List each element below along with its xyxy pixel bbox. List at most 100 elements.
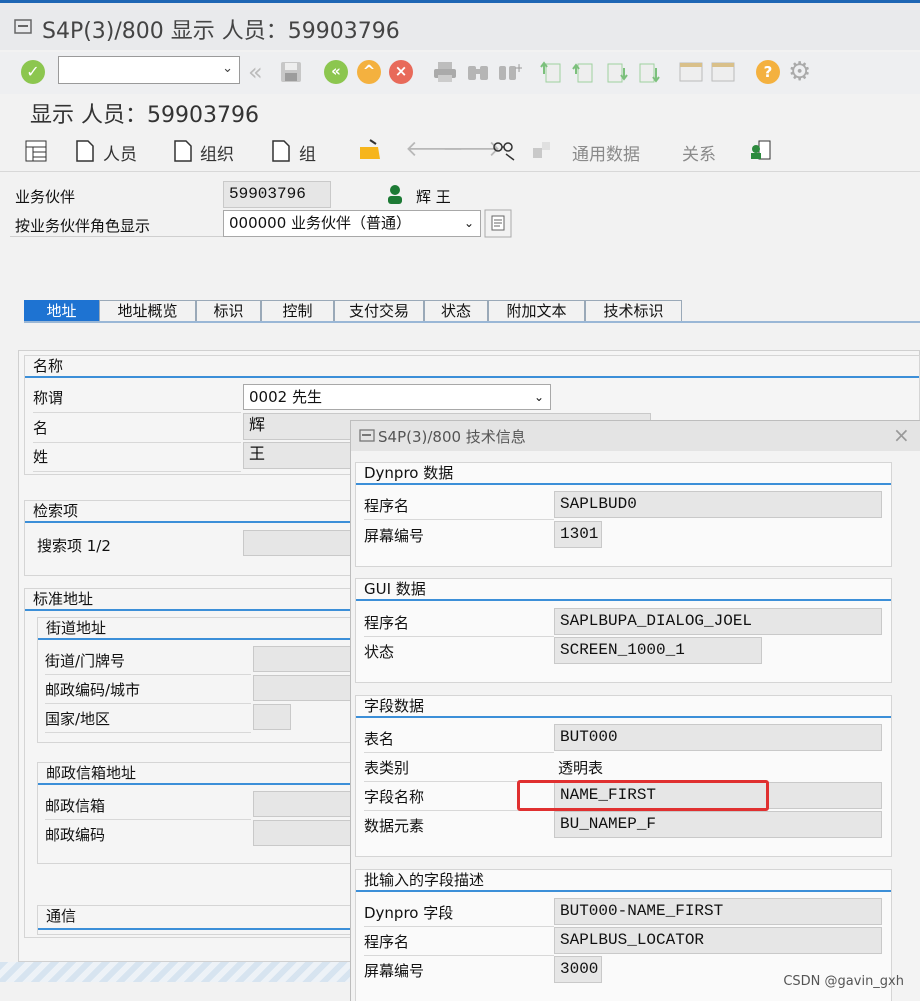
tab-address-overview[interactable]: 地址概览 <box>99 300 196 322</box>
pobox-label: 邮政信箱 <box>45 795 251 820</box>
gui-status-field[interactable]: SCREEN_1000_1 <box>554 637 762 664</box>
dynpro-field-field[interactable]: BUT000-NAME_FIRST <box>554 898 882 925</box>
help-icon[interactable]: ? <box>756 60 780 84</box>
search-term-label: 搜索项 1/2 <box>37 537 111 555</box>
tab-underline <box>24 321 920 323</box>
page-title: 显示 人员：59903796 <box>30 103 259 128</box>
role-label: 按业务伙伴角色显示 <box>15 217 151 235</box>
general-data-button: 通用数据 <box>572 145 640 165</box>
enter-icon[interactable]: ✓ <box>21 60 45 84</box>
close-icon[interactable]: × <box>893 423 910 447</box>
tab-control[interactable]: 控制 <box>261 300 334 322</box>
bp-name: 辉 王 <box>416 188 451 206</box>
hierarchy-icon[interactable] <box>25 140 47 162</box>
batch-program-label: 程序名 <box>364 931 554 956</box>
salutation-select[interactable]: 0002 先生 ⌄ <box>243 384 551 410</box>
pobox-code-label: 邮政编码 <box>45 826 106 844</box>
dynpro-program-field[interactable]: SAPLBUD0 <box>554 491 882 518</box>
general-data-icon <box>533 142 550 158</box>
pobox-code-field[interactable] <box>253 820 363 846</box>
next-page-icon <box>607 63 628 83</box>
country-label: 国家/地区 <box>45 708 251 733</box>
gui-program-field[interactable]: SAPLBUPA_DIALOG_JOEL <box>554 608 882 635</box>
svg-text:+: + <box>514 61 522 75</box>
cancel-icon[interactable]: × <box>389 60 413 84</box>
relations-button[interactable]: 关系 <box>682 140 716 165</box>
tab-payment[interactable]: 支付交易 <box>334 300 424 322</box>
batch-program-field[interactable]: SAPLBUS_LOCATOR <box>554 927 882 954</box>
person-button[interactable]: 人员 <box>103 140 137 165</box>
name-group-title: 名称 <box>25 356 919 378</box>
relationship-icon[interactable] <box>749 138 773 162</box>
tab-status[interactable]: 状态 <box>424 300 488 322</box>
exit-icon[interactable]: ^ <box>357 60 381 84</box>
salutation-label: 称谓 <box>33 387 241 413</box>
watermark: CSDN @gavin_gxh <box>783 974 904 989</box>
role-select[interactable]: 000000 业务伙伴（普通） ⌄ <box>223 210 481 237</box>
tab-address[interactable]: 地址 <box>24 300 99 322</box>
first-name-label: 名 <box>33 417 241 443</box>
last-page-icon <box>639 63 660 83</box>
tab-identification[interactable]: 标识 <box>196 300 261 322</box>
window-icon <box>14 19 32 34</box>
document-icon[interactable] <box>75 139 95 163</box>
search-term-field[interactable] <box>243 530 363 556</box>
window-icon <box>359 429 375 442</box>
gui-status-label: 状态 <box>364 643 395 661</box>
role-select-value: 000000 业务伙伴（普通） <box>229 214 412 232</box>
new-session-icon <box>679 62 703 82</box>
prev-page-icon <box>572 63 593 83</box>
print-icon <box>434 62 456 82</box>
table-category-value: 透明表 <box>558 759 604 777</box>
dynpro-screen-field[interactable]: 1301 <box>554 521 602 548</box>
window-title: S4P(3)/800 显示 人员：59903796 <box>42 19 400 44</box>
city-field[interactable] <box>253 675 363 701</box>
tab-additional-text[interactable]: 附加文本 <box>488 300 585 322</box>
role-details-icon[interactable] <box>484 209 512 238</box>
street-field[interactable] <box>253 646 363 672</box>
salutation-value: 0002 先生 <box>249 388 322 406</box>
glasses-icon[interactable] <box>492 138 518 162</box>
title-bar: S4P(3)/800 显示 人员：59903796 <box>0 0 920 50</box>
command-field[interactable]: ⌄ <box>58 56 240 84</box>
dynpro-program-label: 程序名 <box>364 495 554 520</box>
first-page-icon <box>540 61 561 83</box>
street-label: 街道/门牌号 <box>45 650 251 675</box>
country-field[interactable] <box>253 704 291 730</box>
table-category-label: 表类别 <box>364 757 554 782</box>
gear-icon[interactable]: ⚙ <box>788 57 811 87</box>
dialog-title: S4P(3)/800 技术信息 <box>378 428 526 446</box>
batch-screen-field[interactable]: 3000 <box>554 956 602 983</box>
person-icon <box>388 185 402 204</box>
find-icon <box>468 66 488 80</box>
document-icon[interactable] <box>271 139 291 163</box>
find-next-icon: + <box>499 61 522 80</box>
highlight-box <box>517 780 769 811</box>
batch-input-group-title: 批输入的字段描述 <box>356 870 891 892</box>
chevron-down-icon[interactable]: ⌄ <box>464 211 474 235</box>
tab-technical-id[interactable]: 技术标识 <box>585 300 682 322</box>
last-name-label: 姓 <box>33 446 241 472</box>
city-label: 邮政编码/城市 <box>45 679 251 704</box>
open-folder-icon[interactable] <box>358 138 382 162</box>
dynpro-screen-label: 屏幕编号 <box>364 527 425 545</box>
scroll-area <box>0 962 350 982</box>
bp-label: 业务伙伴 <box>15 188 76 206</box>
data-element-field[interactable]: BU_NAMEP_F <box>554 811 882 838</box>
field-data-group-title: 字段数据 <box>356 696 891 718</box>
shortcut-icon <box>711 62 735 82</box>
chevron-down-icon[interactable]: ⌄ <box>222 61 233 76</box>
table-name-field[interactable]: BUT000 <box>554 724 882 751</box>
group-button[interactable]: 组 <box>299 140 316 165</box>
organization-button[interactable]: 组织 <box>200 140 234 165</box>
dynpro-group-title: Dynpro 数据 <box>356 463 891 485</box>
gui-group-title: GUI 数据 <box>356 579 891 601</box>
pobox-field[interactable] <box>253 791 363 817</box>
back-icon[interactable]: « <box>324 60 348 84</box>
batch-screen-label: 屏幕编号 <box>364 962 425 980</box>
bp-number-field[interactable]: 59903796 <box>223 181 331 208</box>
chevron-down-icon[interactable]: ⌄ <box>534 385 544 409</box>
back-disabled-icon: « <box>248 58 263 86</box>
gui-program-label: 程序名 <box>364 612 554 637</box>
document-icon[interactable] <box>173 139 193 163</box>
